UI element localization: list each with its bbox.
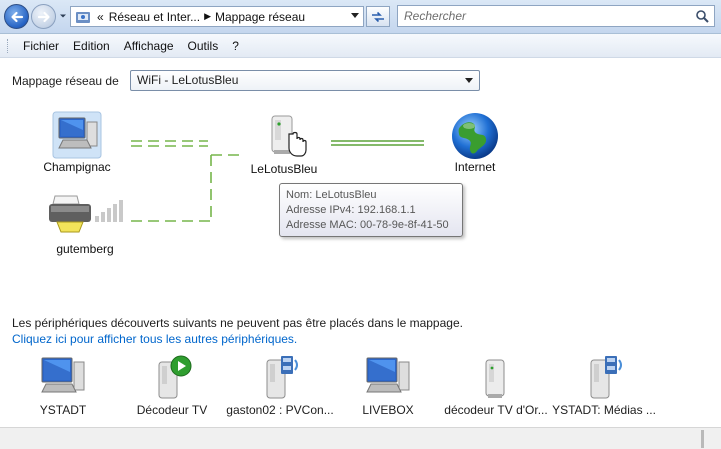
device-label: Décodeur TV (136, 403, 208, 417)
computer-icon (366, 357, 410, 393)
media-server-icon (590, 356, 622, 399)
printer-icon (49, 195, 123, 233)
tooltip-mac: Adresse MAC: 00-78-9e-8f-41-50 (286, 219, 449, 231)
refresh-button[interactable] (366, 6, 390, 27)
search-box[interactable] (397, 5, 715, 27)
wireless-link-champignac (131, 140, 208, 147)
node-router[interactable]: LeLotusBleu (238, 112, 330, 176)
node-label: LeLotusBleu (250, 162, 318, 176)
network-folder-icon (76, 11, 90, 23)
status-bar (0, 427, 721, 449)
back-button[interactable] (4, 4, 29, 29)
router-icon (271, 115, 307, 157)
node-gutemberg[interactable]: gutemberg (35, 192, 135, 256)
wired-link-internet (331, 140, 424, 146)
device-gaston02[interactable]: gaston02 : PVCon... (225, 354, 335, 417)
node-label: Internet (454, 160, 496, 174)
network-map-label: Mappage réseau de (12, 74, 119, 88)
device-decodeur-tv-or[interactable]: décodeur TV d'Or... (441, 354, 551, 417)
media-player-icon (158, 355, 192, 399)
device-label: YSTADT: Médias ... (552, 403, 656, 417)
menu-file[interactable]: Fichier (16, 39, 66, 53)
router-tooltip: Nom: LeLotusBleu Adresse IPv4: 192.168.1… (279, 183, 463, 237)
device-label: gaston02 : PVCon... (226, 403, 334, 417)
computer-icon (41, 357, 85, 393)
menu-grip (7, 38, 10, 53)
forward-button[interactable] (31, 4, 56, 29)
device-decodeur-tv[interactable]: Décodeur TV (117, 354, 227, 417)
breadcrumb-network-map[interactable]: Mappage réseau (215, 10, 305, 24)
undiscovered-devices-text: Les périphériques découverts suivants ne… (12, 316, 463, 330)
node-internet[interactable]: Internet (440, 110, 510, 174)
chevron-down-icon (465, 78, 473, 83)
media-device-icon (485, 359, 505, 398)
breadcrumb-prefix[interactable]: « (97, 10, 104, 24)
device-ystadt-medias[interactable]: YSTADT: Médias ... (549, 354, 659, 417)
breadcrumb-network-internet[interactable]: Réseau et Inter... (109, 10, 200, 24)
menu-bar: Fichier Edition Affichage Outils ? (0, 34, 721, 58)
device-label: YSTADT (39, 403, 87, 417)
show-all-devices-link[interactable]: Cliquez ici pour afficher tous les autre… (12, 332, 297, 346)
globe-icon (452, 113, 498, 159)
device-label: LIVEBOX (362, 403, 414, 417)
address-dropdown-icon[interactable] (351, 13, 359, 19)
menu-tools[interactable]: Outils (181, 39, 226, 53)
device-label: décodeur TV d'Or... (444, 403, 548, 417)
menu-edit[interactable]: Edition (66, 39, 117, 53)
node-champignac[interactable]: Champignac (38, 110, 116, 174)
status-divider (701, 430, 704, 448)
tooltip-name: Nom: LeLotusBleu (286, 189, 377, 201)
breadcrumb-separator-icon[interactable]: ▶ (204, 11, 211, 22)
menu-help[interactable]: ? (225, 39, 246, 53)
network-select-value: WiFi - LeLotusBleu (137, 73, 239, 87)
tooltip-ipv4: Adresse IPv4: 192.168.1.1 (286, 204, 416, 216)
network-select[interactable]: WiFi - LeLotusBleu (130, 70, 480, 91)
search-input[interactable] (398, 6, 688, 26)
node-label: Champignac (43, 160, 111, 174)
node-label: gutemberg (56, 242, 114, 256)
address-toolbar: « Réseau et Inter... ▶ Mappage réseau (0, 0, 721, 34)
device-livebox[interactable]: LIVEBOX (333, 354, 443, 417)
device-ystadt[interactable]: YSTADT (8, 354, 118, 417)
refresh-icon (372, 11, 384, 22)
computer-icon (52, 111, 102, 159)
history-dropdown-icon[interactable] (58, 11, 68, 21)
media-server-icon (266, 356, 298, 399)
address-box[interactable]: « Réseau et Inter... ▶ Mappage réseau (70, 6, 364, 27)
forward-arrow-icon (37, 11, 50, 22)
menu-view[interactable]: Affichage (117, 39, 181, 53)
search-icon[interactable] (695, 9, 709, 23)
back-arrow-icon (10, 11, 23, 22)
